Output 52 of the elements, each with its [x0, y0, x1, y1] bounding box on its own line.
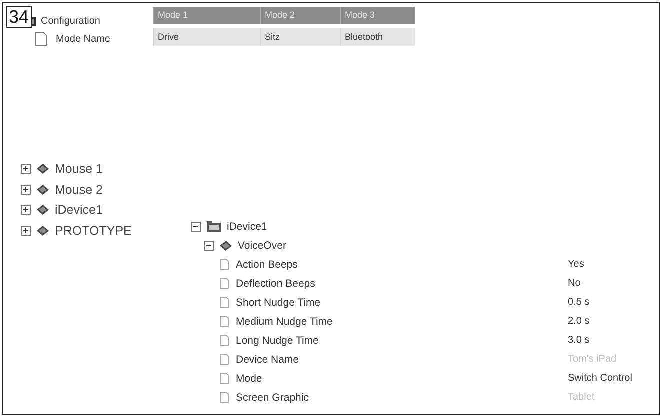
- tree-item[interactable]: iDevice1: [227, 220, 268, 232]
- device-icon: [36, 184, 50, 196]
- config-title: Configuration: [41, 16, 100, 26]
- document-icon: [34, 31, 48, 47]
- device-icon: [36, 163, 50, 176]
- property-name: Medium Nudge Time: [235, 316, 334, 328]
- property-name: Screen Graphic: [235, 392, 310, 404]
- document-icon: [219, 296, 230, 309]
- property-name: Device Name: [235, 354, 300, 366]
- property-value: Tom's iPad: [568, 354, 617, 365]
- table-cell: Drive: [153, 28, 260, 46]
- field-label: Mode Name: [56, 34, 110, 44]
- document-icon: [219, 372, 230, 385]
- column-header: Mode 1: [153, 7, 260, 24]
- folder-icon: [206, 220, 222, 232]
- expand-icon[interactable]: [21, 205, 31, 216]
- expand-icon[interactable]: [21, 184, 31, 195]
- document-icon: [219, 353, 230, 366]
- property-name: Short Nudge Time: [235, 296, 322, 308]
- tree-item[interactable]: Mouse 2: [55, 182, 103, 197]
- collapse-icon[interactable]: [204, 240, 214, 250]
- table-cell: Sitz: [260, 28, 340, 46]
- document-icon: [219, 258, 230, 271]
- expand-icon[interactable]: [21, 226, 31, 236]
- tree-item[interactable]: Mouse 1: [55, 162, 103, 176]
- tree-item[interactable]: VoiceOver: [238, 240, 286, 252]
- property-value: 3.0 s: [568, 335, 590, 346]
- property-name: Mode: [235, 372, 264, 384]
- document-icon: [219, 334, 230, 347]
- property-value: Yes: [568, 259, 584, 270]
- property-value: 2.0 s: [568, 316, 590, 327]
- document-icon: [219, 391, 230, 404]
- device-icon: [219, 240, 233, 252]
- column-header: Mode 2: [260, 7, 340, 24]
- tree-item[interactable]: iDevice1: [55, 203, 103, 218]
- collapse-icon[interactable]: [191, 222, 201, 232]
- document-icon: [219, 315, 230, 328]
- device-icon: [36, 204, 50, 216]
- column-header: Mode 3: [340, 7, 415, 24]
- property-name: Deflection Beeps: [235, 278, 316, 290]
- expand-icon[interactable]: [21, 164, 31, 174]
- device-icon: [36, 224, 50, 237]
- table-cell: Bluetooth: [340, 28, 415, 46]
- property-value: Tablet: [568, 392, 595, 403]
- tree-item[interactable]: PROTOTYPE: [55, 224, 132, 238]
- figure-label: 34: [6, 6, 32, 28]
- document-icon: [219, 277, 230, 290]
- property-value: Switch Control: [568, 373, 632, 384]
- property-name: Action Beeps: [235, 258, 299, 270]
- property-name: Long Nudge Time: [235, 334, 320, 346]
- property-value: 0.5 s: [568, 297, 590, 308]
- property-value: No: [568, 278, 581, 289]
